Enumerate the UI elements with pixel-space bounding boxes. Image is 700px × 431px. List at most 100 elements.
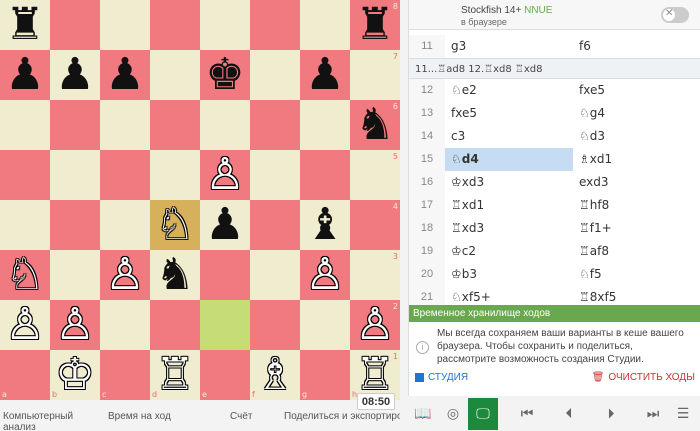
black-rook-a8[interactable]: ♜ <box>0 0 50 50</box>
next-move-icon[interactable]: ⏵ <box>596 400 626 428</box>
black-knight-h6[interactable]: ♞ <box>350 100 400 150</box>
square-g2[interactable] <box>300 300 350 350</box>
square-c2[interactable] <box>100 300 150 350</box>
clear-moves-button[interactable]: 🗑 ОЧИСТИТЬ ХОДЫ <box>592 372 695 383</box>
square-b7[interactable]: ♟ <box>50 50 100 100</box>
square-f3[interactable] <box>250 250 300 300</box>
white-move[interactable]: ♔xd3 <box>445 171 573 194</box>
square-b1[interactable]: b ♔ <box>50 350 100 400</box>
white-king-b1[interactable]: ♔ <box>50 350 100 400</box>
white-move[interactable]: fxe5 <box>445 102 573 125</box>
square-a3[interactable]: ♘ <box>0 250 50 300</box>
tab-move-times[interactable]: Время на ход <box>105 411 200 431</box>
black-rook-h8[interactable]: ♜ <box>350 0 400 50</box>
white-knight-a3[interactable]: ♘ <box>0 250 50 300</box>
black-move[interactable]: ♗xd1 <box>573 148 700 171</box>
black-pawn-b7[interactable]: ♟ <box>50 50 100 100</box>
square-e2[interactable] <box>200 300 250 350</box>
square-b5[interactable] <box>50 150 100 200</box>
square-f4[interactable] <box>250 200 300 250</box>
tab-score[interactable]: Счёт <box>200 411 270 431</box>
white-move[interactable]: ♖xd1 <box>445 194 573 217</box>
square-g6[interactable] <box>300 100 350 150</box>
black-bishop-g4[interactable]: ♝ <box>300 200 350 250</box>
square-g4[interactable]: ♝ <box>300 200 350 250</box>
black-move[interactable]: ♖af8 <box>573 240 700 263</box>
white-move[interactable]: ♘xf5+ <box>445 286 573 305</box>
white-move[interactable]: ♘d4 <box>445 148 573 171</box>
white-pawn-b2[interactable]: ♙ <box>50 300 100 350</box>
black-move[interactable]: fxe5 <box>573 79 700 102</box>
square-c5[interactable] <box>100 150 150 200</box>
white-pawn-c3[interactable]: ♙ <box>100 250 150 300</box>
white-pawn-g3[interactable]: ♙ <box>300 250 350 300</box>
black-pawn-c7[interactable]: ♟ <box>100 50 150 100</box>
square-c7[interactable]: ♟ <box>100 50 150 100</box>
black-move[interactable]: ♘d3 <box>573 125 700 148</box>
square-c1[interactable]: c <box>100 350 150 400</box>
chess-board[interactable]: ♜ 8 ♜ ♟ ♟ ♟ ♚ ♟ 7 6 ♞ ♙ 5 ♘ ♟ ♝ 4 ♘ ♙ ♞ ♙ 3 ♙ ♙ 2 ♙ a b ♔ c d ♖ e f ♗ g 1 h ♖ <box>0 0 400 400</box>
square-d8[interactable] <box>150 0 200 50</box>
square-f2[interactable] <box>250 300 300 350</box>
engine-toggle[interactable]: ✕ <box>661 7 689 23</box>
square-h2[interactable]: 2 ♙ <box>350 300 400 350</box>
square-b8[interactable] <box>50 0 100 50</box>
black-pawn-a7[interactable]: ♟ <box>0 50 50 100</box>
white-move[interactable]: ♖xd3 <box>445 217 573 240</box>
black-knight-d3[interactable]: ♞ <box>150 250 200 300</box>
square-a8[interactable]: ♜ <box>0 0 50 50</box>
square-c6[interactable] <box>100 100 150 150</box>
book-icon[interactable]: 📖 <box>408 400 438 428</box>
square-d6[interactable] <box>150 100 200 150</box>
square-g8[interactable] <box>300 0 350 50</box>
prev-move-icon[interactable]: ⏴ <box>554 400 584 428</box>
square-e4[interactable]: ♟ <box>200 200 250 250</box>
white-move[interactable]: c3 <box>445 125 573 148</box>
square-a7[interactable]: ♟ <box>0 50 50 100</box>
square-e7[interactable]: ♚ <box>200 50 250 100</box>
black-move[interactable]: exd3 <box>573 171 700 194</box>
black-move[interactable]: ♘g4 <box>573 102 700 125</box>
square-f1[interactable]: f ♗ <box>250 350 300 400</box>
square-h7[interactable]: 7 <box>350 50 400 100</box>
tab-share-export[interactable]: Поделиться и экспортировать <box>270 411 400 431</box>
square-c3[interactable]: ♙ <box>100 250 150 300</box>
square-g3[interactable]: ♙ <box>300 250 350 300</box>
square-f8[interactable] <box>250 0 300 50</box>
square-d4[interactable]: ♘ <box>150 200 200 250</box>
variation-line[interactable]: 11...♖ad8 12.♖xd8 ♖xd8 <box>409 58 700 79</box>
black-move[interactable]: ♘f5 <box>573 263 700 286</box>
square-b6[interactable] <box>50 100 100 150</box>
white-knight-d4[interactable]: ♘ <box>150 200 200 250</box>
square-e6[interactable] <box>200 100 250 150</box>
square-h8[interactable]: 8 ♜ <box>350 0 400 50</box>
black-move[interactable]: ♖8xf5 <box>573 286 700 305</box>
square-d7[interactable] <box>150 50 200 100</box>
square-d1[interactable]: d ♖ <box>150 350 200 400</box>
black-move[interactable]: ♖hf8 <box>573 194 700 217</box>
square-f7[interactable] <box>250 50 300 100</box>
white-move[interactable]: ♔c2 <box>445 240 573 263</box>
black-pawn-g7[interactable]: ♟ <box>300 50 350 100</box>
white-pawn-h2[interactable]: ♙ <box>350 300 400 350</box>
white-pawn-a2[interactable]: ♙ <box>0 300 50 350</box>
square-b4[interactable] <box>50 200 100 250</box>
square-h3[interactable]: 3 <box>350 250 400 300</box>
square-g7[interactable]: ♟ <box>300 50 350 100</box>
square-g1[interactable]: g <box>300 350 350 400</box>
square-e8[interactable] <box>200 0 250 50</box>
white-pawn-e5[interactable]: ♙ <box>200 150 250 200</box>
tab-computer-analysis[interactable]: Компьютерный анализ <box>0 411 105 431</box>
square-e1[interactable]: e <box>200 350 250 400</box>
target-icon[interactable]: ◎ <box>438 400 468 428</box>
square-b3[interactable] <box>50 250 100 300</box>
last-move-icon[interactable]: ⏭ <box>638 400 668 428</box>
monitor-icon[interactable]: 🖵 <box>468 397 498 430</box>
square-e3[interactable] <box>200 250 250 300</box>
black-move[interactable]: f6 <box>573 35 700 58</box>
square-c4[interactable] <box>100 200 150 250</box>
black-king-e7[interactable]: ♚ <box>200 50 250 100</box>
square-d3[interactable]: ♞ <box>150 250 200 300</box>
square-a5[interactable] <box>0 150 50 200</box>
black-move[interactable]: ♖f1+ <box>573 217 700 240</box>
